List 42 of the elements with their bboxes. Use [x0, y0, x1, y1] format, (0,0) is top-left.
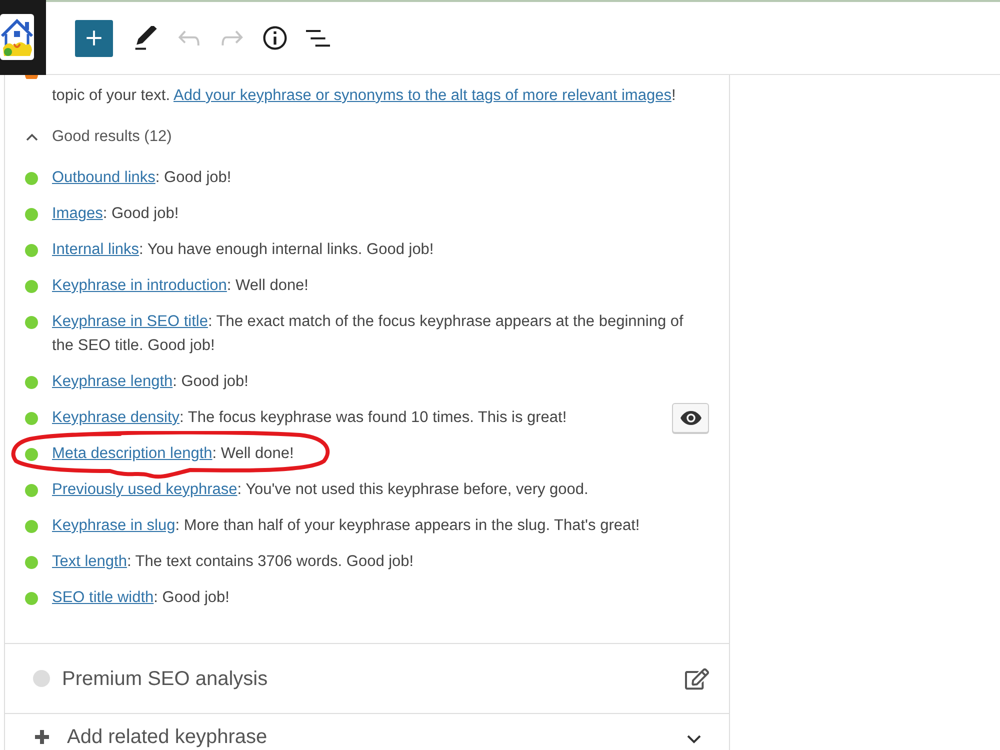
info-icon	[262, 26, 286, 50]
result-text: Keyphrase in slug: More than half of your keyphrase appears in the slug. That's great!	[52, 516, 641, 536]
result-link[interactable]: Text length	[52, 553, 127, 570]
section-title: Premium SEO analysis	[62, 666, 268, 690]
result-link[interactable]: Internal links	[52, 241, 140, 258]
result-text: Internal links: You have enough internal links. Good job!	[52, 240, 435, 260]
result-link[interactable]: Keyphrase in SEO title	[52, 313, 208, 330]
result-text: Text length: The text contains 3706 words. Good job!	[52, 552, 415, 572]
result-link[interactable]: Outbound links	[52, 169, 156, 186]
edit-icon[interactable]	[685, 668, 709, 690]
result-link[interactable]: Previously used keyphrase	[52, 481, 238, 498]
result-link[interactable]: Meta description length	[52, 445, 212, 462]
result-link[interactable]: Add your keyphrase or synonyms to the alt tags of more relevant images	[173, 87, 672, 104]
result-text: Images: Good job!	[52, 204, 180, 224]
eye-icon	[680, 411, 702, 425]
result-text: Keyphrase in SEO title: The exact match of the focus keyphrase appears at the beginning of the SEO title. Good job!	[52, 312, 684, 356]
related-keyphrase-row[interactable]: Add related keyphrase	[5, 713, 729, 748]
result-link[interactable]: SEO title width	[52, 589, 154, 606]
chevron-down-icon	[687, 735, 701, 744]
result-text: Keyphrase length: Good job!	[52, 372, 250, 392]
result-link[interactable]: Keyphrase in slug	[52, 517, 176, 534]
section-title: Add related keyphrase	[67, 726, 268, 748]
good-results-toggle[interactable]: Good results (12)	[25, 125, 172, 149]
plus-icon	[35, 730, 49, 744]
result-text: Meta description length: Well done!	[52, 444, 295, 464]
pencil-icon	[134, 26, 158, 50]
result-text: Keyphrase density: The focus keyphrase was found 10 times. This is great!	[52, 408, 568, 428]
result-link[interactable]: Keyphrase in introduction	[52, 277, 227, 294]
chevron-up-icon	[26, 133, 38, 141]
result-text: Previously used keyphrase: You've not used this keyphrase before, very good.	[52, 480, 590, 500]
premium-analysis-row[interactable]: Premium SEO analysis	[5, 643, 729, 713]
highlight-button[interactable]	[672, 403, 709, 433]
result-text: SEO title width: Good job!	[52, 588, 230, 608]
result-link[interactable]: Keyphrase length	[52, 373, 173, 390]
result-text: Keyphrase in introduction: Well done!	[52, 276, 310, 296]
add-block-button[interactable]	[75, 20, 113, 56]
result-text: topic of your text. Add your keyphrase or synonyms to the alt tags of more relevant images!	[52, 86, 676, 106]
result-link[interactable]: Keyphrase density	[52, 409, 180, 426]
result-link[interactable]: Images	[52, 205, 103, 222]
plus-icon	[86, 30, 102, 46]
result-text: Outbound links: Good job!	[52, 168, 232, 188]
house-logo[interactable]	[0, 14, 34, 60]
